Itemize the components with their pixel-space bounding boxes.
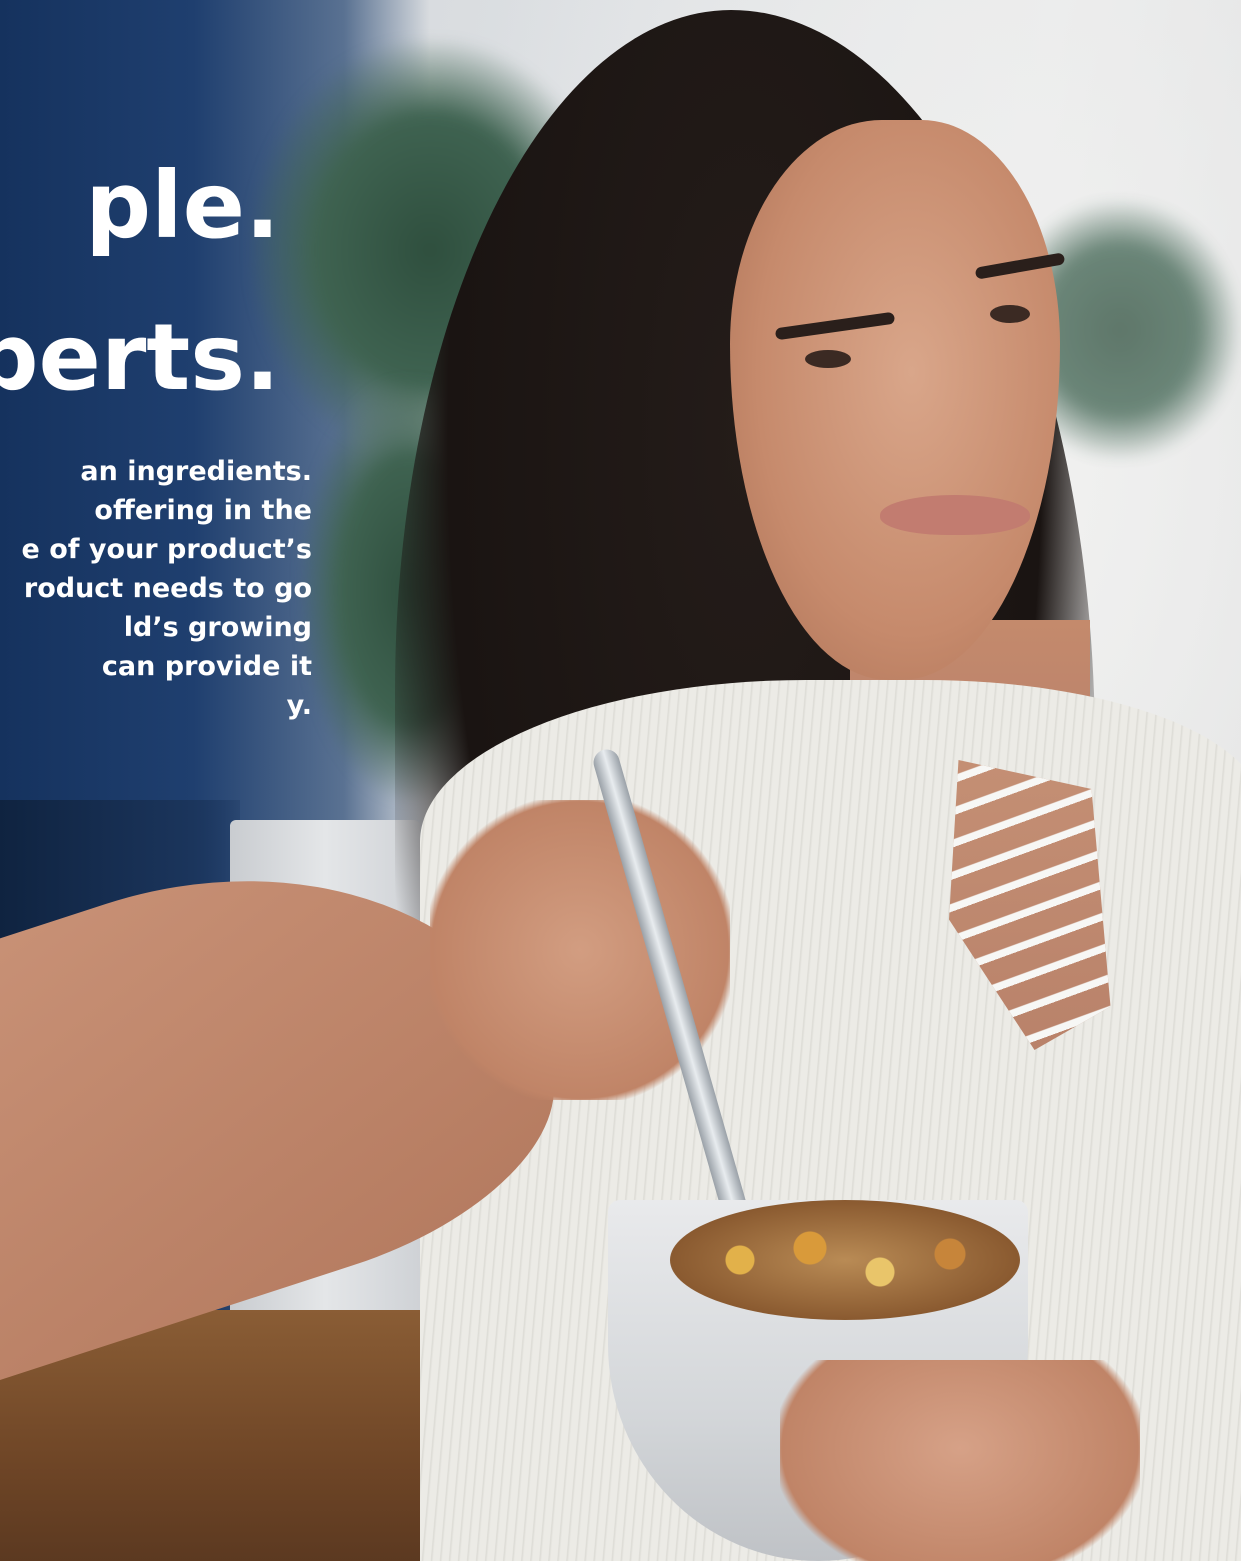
body-paragraph: an ingredients. offering in the e of you… bbox=[0, 452, 312, 725]
eye bbox=[990, 305, 1030, 323]
body-line: can provide it bbox=[101, 651, 312, 682]
body-line: ld’s growing bbox=[123, 612, 312, 643]
eye bbox=[805, 350, 851, 368]
headline-line-1: ple. bbox=[85, 152, 280, 259]
hand-holding-bowl bbox=[780, 1360, 1140, 1561]
headline-line-2: perts. bbox=[0, 304, 280, 411]
body-line: roduct needs to go bbox=[23, 573, 312, 604]
cereal bbox=[670, 1200, 1020, 1320]
lips bbox=[880, 495, 1030, 535]
body-line: e of your product’s bbox=[21, 534, 312, 565]
headline: ple. perts. bbox=[0, 130, 280, 434]
body-line: offering in the bbox=[94, 495, 312, 526]
body-line: y. bbox=[286, 690, 312, 721]
body-line: an ingredients. bbox=[80, 456, 312, 487]
